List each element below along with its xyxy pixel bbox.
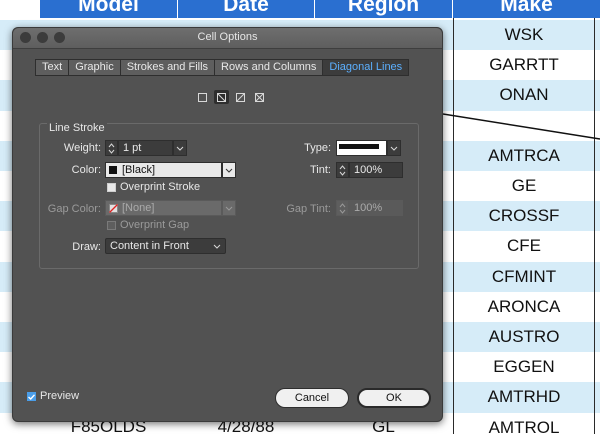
checkmark-icon [28, 393, 35, 400]
no-diagonal-icon [198, 92, 207, 102]
tab-strokes-and-fills[interactable]: Strokes and Fills [121, 60, 216, 75]
cancel-button[interactable]: Cancel [275, 388, 349, 408]
gap-color-field: [None] [105, 200, 222, 216]
title-bar[interactable]: Cell Options [13, 28, 442, 49]
stepper-arrows-icon [108, 142, 115, 154]
overprint-stroke-checkbox[interactable] [107, 183, 116, 192]
overprint-gap-label: Overprint Gap [120, 219, 190, 231]
diagonal-cross-icon [255, 92, 264, 102]
gap-color-label: Gap Color: [47, 203, 101, 215]
tab-text[interactable]: Text [36, 60, 70, 75]
preview-checkbox[interactable] [27, 392, 36, 401]
cell-options-dialog: Cell Options Text Graphic Strokes and Fi… [12, 27, 443, 422]
diagonal-type-buttons [195, 90, 267, 104]
type-label: Type: [304, 142, 331, 154]
column-divider [594, 18, 595, 434]
stroke-type-field[interactable] [336, 140, 387, 156]
color-label: Color: [71, 164, 101, 176]
overprint-stroke-label: Overprint Stroke [120, 181, 201, 193]
preview-label: Preview [40, 390, 80, 402]
stroke-type-dropdown[interactable] [387, 140, 401, 156]
stepper-arrows-icon [339, 202, 346, 214]
make-cell: GE [511, 176, 537, 195]
none-swatch-icon [109, 204, 118, 213]
make-cell [454, 111, 594, 141]
draw-select[interactable]: Content in Front [105, 238, 226, 254]
draw-value: Content in Front [110, 240, 189, 252]
tab-graphic[interactable]: Graphic [69, 60, 121, 75]
chevron-down-icon [225, 206, 233, 211]
diagonal-up-button[interactable] [233, 90, 248, 104]
make-cell: ONAN [499, 85, 549, 105]
gap-tint-stepper [336, 200, 349, 216]
tab-bar: Text Graphic Strokes and Fills Rows and … [35, 59, 410, 76]
make-cell: CROSSF [488, 206, 560, 226]
gap-tint-label: Gap Tint: [286, 203, 331, 215]
dialog-title: Cell Options [197, 31, 258, 43]
overprint-gap-checkbox [107, 221, 116, 230]
gap-tint-input: 100% [349, 200, 403, 216]
tint-stepper[interactable] [336, 162, 349, 178]
make-cell: GARRTT [489, 55, 559, 75]
tint-label: Tint: [310, 164, 331, 176]
make-cell: CFE [507, 236, 541, 256]
line-stroke-legend: Line Stroke [47, 122, 107, 134]
no-diagonal-button[interactable] [195, 90, 210, 104]
diagonal-down-button[interactable] [214, 90, 229, 104]
color-swatch-icon [109, 166, 117, 174]
header-date: Date [178, 0, 315, 18]
weight-input[interactable]: 1 pt [118, 140, 173, 156]
tab-diagonal-lines[interactable]: Diagonal Lines [323, 60, 409, 75]
make-cell: AMTRHD [487, 387, 561, 407]
color-field[interactable]: [Black] [105, 162, 222, 178]
chevron-down-icon [225, 168, 233, 173]
header-region: Region [315, 0, 453, 18]
make-cell: AMTROL [488, 417, 560, 437]
diagonal-cross-button[interactable] [252, 90, 267, 104]
header-make: Make [453, 0, 600, 18]
color-dropdown[interactable] [222, 162, 236, 178]
make-cell: CFMINT [491, 266, 557, 286]
make-cell: ARONCA [487, 296, 561, 316]
ok-button[interactable]: OK [357, 388, 431, 408]
stepper-arrows-icon [339, 164, 346, 176]
diagonal-up-icon [236, 92, 245, 102]
tab-rows-and-columns[interactable]: Rows and Columns [215, 60, 324, 75]
color-value: [Black] [122, 164, 156, 176]
make-cell: AUSTRO [488, 327, 560, 346]
tint-input[interactable]: 100% [349, 162, 403, 178]
weight-dropdown[interactable] [173, 140, 187, 156]
chevron-down-icon [213, 244, 221, 249]
weight-label: Weight: [63, 142, 101, 154]
gap-color-dropdown [222, 200, 236, 216]
draw-label: Draw: [72, 241, 101, 253]
make-cell: EGGEN [493, 357, 555, 377]
gap-color-value: [None] [122, 202, 155, 214]
chevron-down-icon [390, 146, 398, 151]
make-cell: AMTRCA [488, 145, 560, 165]
header-model: Model [40, 0, 178, 18]
weight-stepper[interactable] [105, 140, 118, 156]
chevron-down-icon [176, 146, 184, 151]
make-cell: WSK [504, 25, 544, 44]
diagonal-down-icon [217, 92, 226, 102]
solid-line-icon [339, 144, 379, 149]
